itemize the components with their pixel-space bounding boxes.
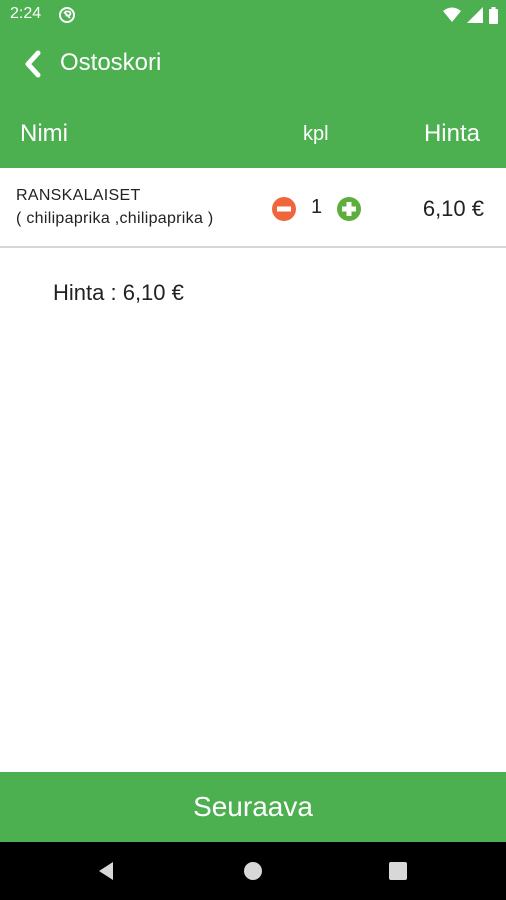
recents-icon[interactable]	[389, 862, 407, 880]
back-icon[interactable]	[96, 861, 116, 881]
home-icon[interactable]	[243, 861, 263, 881]
cart-item-name: RANSKALAISET	[16, 187, 141, 204]
app-notification-icon	[59, 7, 75, 23]
column-header-price: Hinta	[423, 120, 480, 147]
system-nav-bar	[0, 842, 506, 900]
cart-item-options: ( chilipaprika ,chilipaprika )	[16, 210, 214, 227]
cart-item-quantity: 1	[311, 196, 323, 218]
status-icons	[443, 6, 498, 24]
status-time: 2:24	[10, 5, 42, 22]
page-title: Ostoskori	[60, 49, 162, 76]
chevron-left-icon[interactable]	[20, 50, 46, 78]
column-header-quantity: kpl	[303, 123, 329, 145]
decrease-quantity-button[interactable]	[272, 197, 296, 221]
cart-item-row: RANSKALAISET ( chilipaprika ,chilipaprik…	[0, 168, 506, 248]
next-button[interactable]: Seuraava	[0, 772, 506, 842]
total-price: Hinta : 6,10 €	[53, 280, 184, 306]
app-bar: Ostoskori	[0, 30, 506, 98]
cart-table-header: Nimi kpl Hinta	[0, 98, 506, 168]
column-header-name: Nimi	[20, 120, 68, 147]
wifi-icon	[443, 7, 461, 22]
signal-icon	[467, 7, 483, 23]
total-price-label: Hinta :	[53, 280, 123, 305]
status-bar: 2:24	[0, 0, 506, 30]
battery-icon	[489, 6, 498, 24]
cart-item-price: 6,10 €	[422, 196, 484, 221]
total-price-value: 6,10 €	[122, 280, 184, 305]
increase-quantity-button[interactable]	[337, 197, 361, 221]
